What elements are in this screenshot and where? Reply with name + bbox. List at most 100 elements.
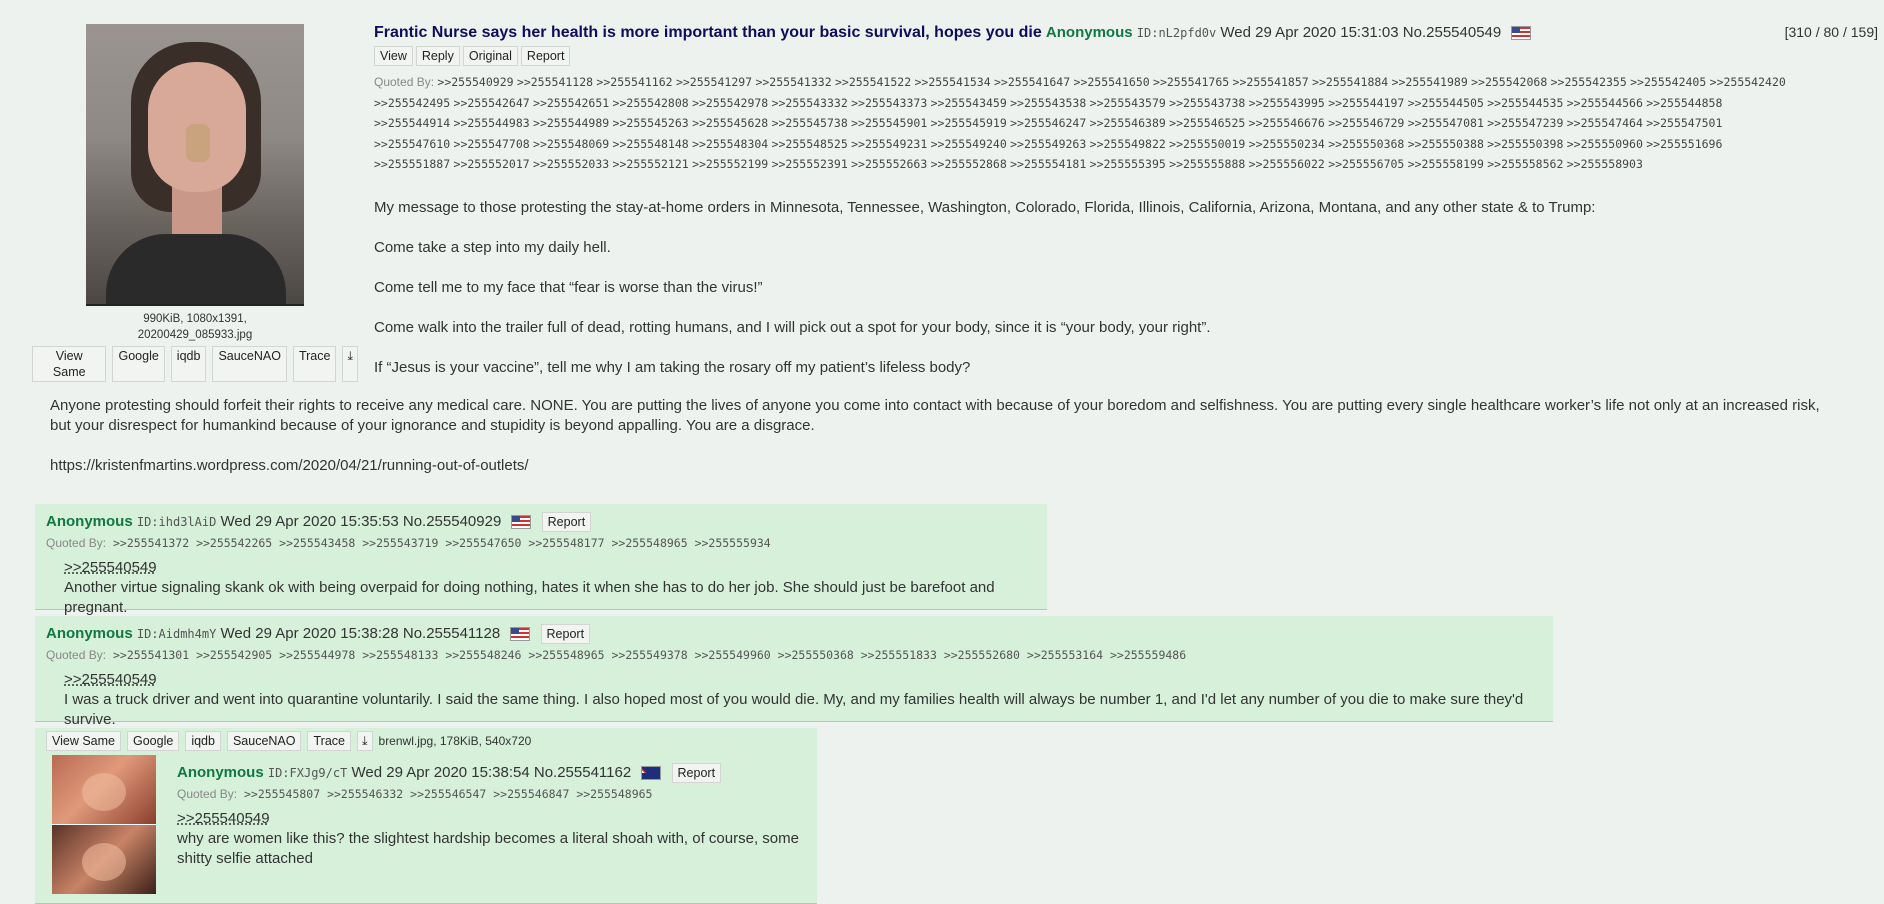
quoted-by-link[interactable]: >>255542978: [692, 96, 768, 110]
quoted-by-link[interactable]: >>255552663: [851, 157, 927, 171]
quoted-by-link[interactable]: >>255558903: [1567, 157, 1643, 171]
quoted-by-link[interactable]: >>255556022: [1249, 157, 1325, 171]
quoted-by-link[interactable]: >>255542068: [1471, 75, 1547, 89]
saucenao-search-button[interactable]: SauceNAO: [226, 731, 302, 751]
quoted-by-link[interactable]: >>255544535: [1487, 96, 1563, 110]
quoted-by-link[interactable]: >>255549240: [931, 137, 1007, 151]
quoted-by-link[interactable]: >>255555395: [1090, 157, 1166, 171]
quoted-by-link[interactable]: >>255556705: [1328, 157, 1404, 171]
quoted-by-link[interactable]: >>255548304: [692, 137, 768, 151]
backlink[interactable]: >>255540549: [64, 671, 157, 688]
quoted-by-link[interactable]: >>255541650: [1074, 75, 1150, 89]
quoted-by-link[interactable]: >>255544914: [374, 116, 450, 130]
view-button[interactable]: View: [374, 46, 413, 66]
quoted-by-link[interactable]: >>255545738: [772, 116, 848, 130]
google-search-button[interactable]: Google: [127, 731, 180, 751]
quoted-by-link[interactable]: >>255545263: [613, 116, 689, 130]
quoted-by-link[interactable]: >>255549263: [1010, 137, 1086, 151]
reply-poster-id[interactable]: ID:ihd3lAiD: [137, 515, 216, 529]
quoted-by-link[interactable]: >>255558562: [1487, 157, 1563, 171]
quoted-by-link[interactable]: >>255546676: [1249, 116, 1325, 130]
quoted-by-link[interactable]: >>255543459: [931, 96, 1007, 110]
quoted-by-link[interactable]: >>255543995: [1249, 96, 1325, 110]
view-same-button[interactable]: View Same: [32, 346, 107, 382]
quoted-by-link[interactable]: >>255547464: [1567, 116, 1643, 130]
trace-search-button[interactable]: Trace: [292, 346, 337, 382]
quoted-by-link[interactable]: >>255550234: [1249, 137, 1325, 151]
reply-poster-id[interactable]: ID:FXJg9/cT: [268, 766, 347, 780]
report-button[interactable]: Report: [540, 624, 591, 644]
quoted-by-links[interactable]: >>255541301 >>255542905 >>255544978 >>25…: [113, 648, 1186, 662]
quoted-by-link[interactable]: >>255541534: [914, 75, 990, 89]
quoted-by-link[interactable]: >>255541522: [835, 75, 911, 89]
quoted-by-link[interactable]: >>255541297: [676, 75, 752, 89]
quoted-by-link[interactable]: >>255543373: [851, 96, 927, 110]
quoted-by-link[interactable]: >>255550368: [1328, 137, 1404, 151]
quoted-by-link[interactable]: >>255548069: [533, 137, 609, 151]
quoted-by-links[interactable]: >>255545807 >>255546332 >>255546547 >>25…: [244, 787, 653, 801]
quoted-by-link[interactable]: >>255555888: [1169, 157, 1245, 171]
quoted-by-link[interactable]: >>255542405: [1630, 75, 1706, 89]
quoted-by-link[interactable]: >>255547610: [374, 137, 450, 151]
reply-post-number[interactable]: No.255540929: [403, 513, 501, 530]
quoted-by-link[interactable]: >>255544197: [1328, 96, 1404, 110]
quoted-by-link[interactable]: >>255541989: [1392, 75, 1468, 89]
quoted-by-link[interactable]: >>255543579: [1090, 96, 1166, 110]
op-external-link[interactable]: https://kristenfmartins.wordpress.com/20…: [50, 457, 529, 474]
reply-thumbnail[interactable]: [52, 755, 156, 894]
quoted-by-link[interactable]: >>255541332: [755, 75, 831, 89]
quoted-by-link[interactable]: >>255558199: [1408, 157, 1484, 171]
quoted-by-link[interactable]: >>255552121: [613, 157, 689, 171]
reply-poster-id[interactable]: ID:Aidmh4mY: [137, 627, 216, 641]
quoted-by-link[interactable]: >>255541162: [596, 75, 672, 89]
quoted-by-link[interactable]: >>255541647: [994, 75, 1070, 89]
trace-search-button[interactable]: Trace: [307, 731, 351, 751]
backlink[interactable]: >>255540549: [64, 559, 157, 576]
quoted-by-link[interactable]: >>255541857: [1233, 75, 1309, 89]
quoted-by-link[interactable]: >>255551696: [1646, 137, 1722, 151]
quoted-by-link[interactable]: >>255541884: [1312, 75, 1388, 89]
quoted-by-link[interactable]: >>255543538: [1010, 96, 1086, 110]
reply-file-info[interactable]: brenwl.jpg, 178KiB, 540x720: [379, 734, 532, 748]
quoted-by-link[interactable]: >>255542355: [1551, 75, 1627, 89]
quoted-by-link[interactable]: >>255552017: [454, 157, 530, 171]
quoted-by-link[interactable]: >>255548525: [772, 137, 848, 151]
quoted-by-link[interactable]: >>255547708: [454, 137, 530, 151]
quoted-by-link[interactable]: >>255541765: [1153, 75, 1229, 89]
quoted-by-link[interactable]: >>255545628: [692, 116, 768, 130]
quoted-by-link[interactable]: >>255549822: [1090, 137, 1166, 151]
report-button[interactable]: Report: [671, 763, 722, 783]
quoted-by-link[interactable]: >>255552033: [533, 157, 609, 171]
quoted-by-link[interactable]: >>255540929: [437, 75, 513, 89]
quoted-by-link[interactable]: >>255550388: [1408, 137, 1484, 151]
quoted-by-link[interactable]: >>255554181: [1010, 157, 1086, 171]
quoted-by-link[interactable]: >>255541128: [517, 75, 593, 89]
quoted-by-link[interactable]: >>255544505: [1408, 96, 1484, 110]
original-button[interactable]: Original: [462, 46, 518, 66]
quoted-by-link[interactable]: >>255544858: [1646, 96, 1722, 110]
quoted-by-link[interactable]: >>255547081: [1408, 116, 1484, 130]
quoted-by-link[interactable]: >>255549231: [851, 137, 927, 151]
report-button[interactable]: Report: [541, 512, 592, 532]
download-icon[interactable]: ⤓: [342, 346, 358, 382]
op-poster-id[interactable]: ID:nL2pfd0v: [1137, 26, 1216, 40]
quoted-by-link[interactable]: >>255550960: [1567, 137, 1643, 151]
quoted-by-link[interactable]: >>255542420: [1710, 75, 1786, 89]
quoted-by-link[interactable]: >>255552391: [772, 157, 848, 171]
op-post-number[interactable]: No.255540549: [1403, 24, 1501, 41]
quoted-by-link[interactable]: >>255543738: [1169, 96, 1245, 110]
quoted-by-link[interactable]: >>255544983: [454, 116, 530, 130]
quoted-by-link[interactable]: >>255545901: [851, 116, 927, 130]
report-button[interactable]: Report: [520, 46, 571, 66]
iqdb-search-button[interactable]: iqdb: [185, 731, 221, 751]
op-file-name[interactable]: 20200429_085933.jpg: [32, 327, 358, 343]
quoted-by-link[interactable]: >>255542808: [613, 96, 689, 110]
quoted-by-link[interactable]: >>255550398: [1487, 137, 1563, 151]
quoted-by-link[interactable]: >>255542651: [533, 96, 609, 110]
quoted-by-link[interactable]: >>255546729: [1328, 116, 1404, 130]
quoted-by-link[interactable]: >>255546389: [1090, 116, 1166, 130]
quoted-by-link[interactable]: >>255544566: [1567, 96, 1643, 110]
reply-post-number[interactable]: No.255541162: [534, 764, 631, 781]
backlink[interactable]: >>255540549: [177, 810, 270, 827]
quoted-by-link[interactable]: >>255552199: [692, 157, 768, 171]
